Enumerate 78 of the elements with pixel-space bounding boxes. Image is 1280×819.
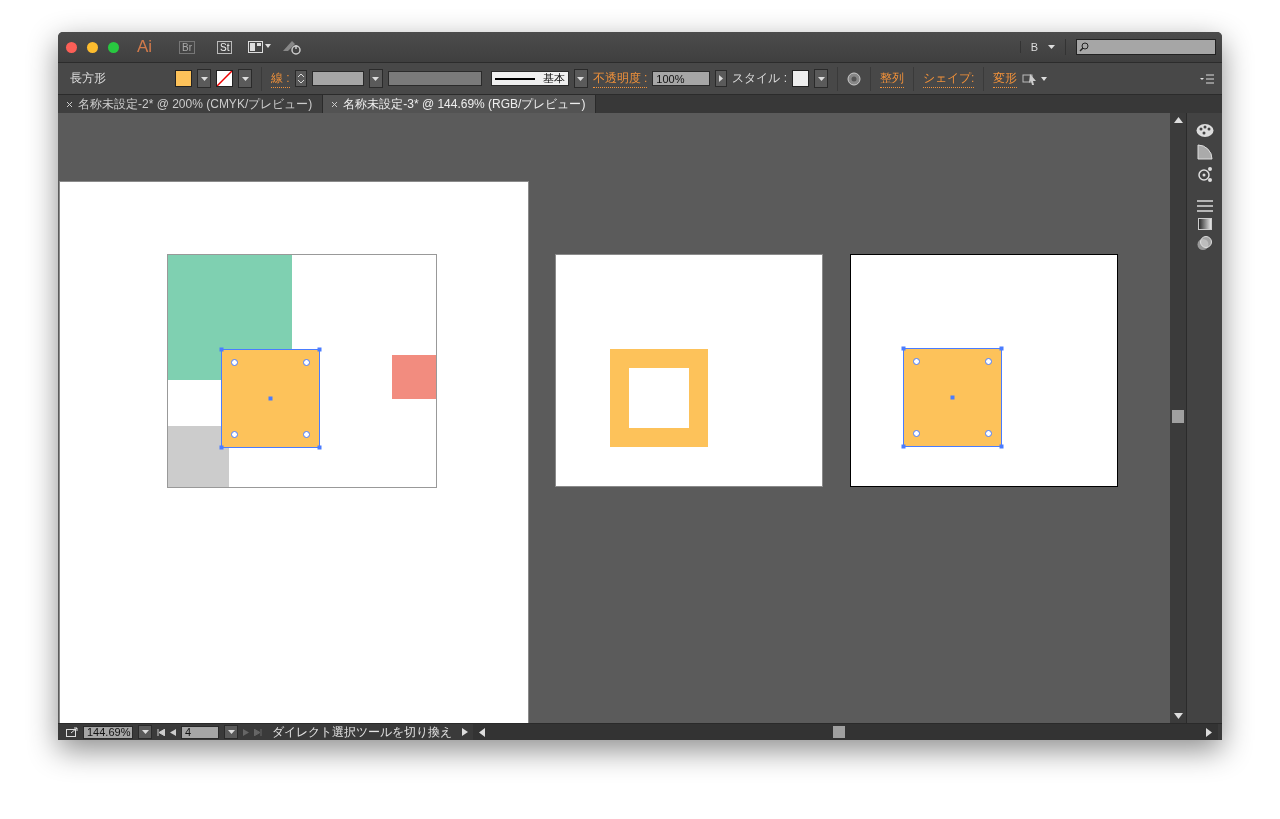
artboard-dropdown[interactable] <box>224 725 238 739</box>
style-swatch[interactable] <box>792 70 809 87</box>
horizontal-scrollbar[interactable] <box>473 724 1218 740</box>
artboard[interactable] <box>850 254 1118 487</box>
brush-dropdown[interactable] <box>573 69 588 88</box>
document-tab[interactable]: 名称未設定-3* @ 144.69% (RGB/プレビュー) <box>323 95 597 113</box>
tool-name: 長方形 <box>70 70 107 87</box>
fill-dropdown[interactable] <box>197 69 211 88</box>
selected-square[interactable] <box>219 347 322 450</box>
symbol-icon[interactable] <box>1196 166 1213 182</box>
recolor-icon[interactable] <box>847 71 861 86</box>
minimize-button[interactable] <box>87 41 98 53</box>
stroke-weight-dropdown[interactable] <box>368 69 383 88</box>
workspace-menu[interactable]: B <box>1019 41 1048 53</box>
scroll-left-icon[interactable] <box>479 727 485 737</box>
search-field[interactable] <box>1076 39 1216 55</box>
first-icon[interactable] <box>157 728 165 736</box>
document-tab[interactable]: 名称未設定-2* @ 200% (CMYK/プレビュー) <box>58 95 324 113</box>
close-button[interactable] <box>66 41 77 53</box>
brush-field[interactable]: 基本 <box>490 71 569 86</box>
stroke-link[interactable]: 線 : <box>271 69 290 88</box>
gradient-icon[interactable] <box>1197 218 1212 230</box>
scroll-thumb[interactable] <box>1172 410 1184 423</box>
previous-icon[interactable] <box>170 728 176 736</box>
stroke-swatch[interactable] <box>216 70 233 87</box>
rectangle <box>392 355 436 399</box>
stroke-weight-field[interactable] <box>311 71 364 86</box>
close-icon[interactable] <box>66 100 73 108</box>
last-icon <box>254 728 262 736</box>
stock-button[interactable]: St <box>217 40 233 54</box>
stroke-lines-icon[interactable] <box>1196 200 1213 212</box>
sync-icon[interactable] <box>282 39 303 55</box>
panel-menu-icon[interactable] <box>1200 73 1214 84</box>
transparency-icon[interactable] <box>1197 236 1212 251</box>
caret-icon <box>577 76 585 81</box>
app-logo: Ai <box>137 37 154 57</box>
search-icon <box>1079 42 1089 52</box>
gradient-quarter-icon[interactable] <box>1196 144 1213 160</box>
status-message: ダイレクト選択ツールを切り換え <box>271 723 453 740</box>
play-icon[interactable] <box>462 728 468 736</box>
scroll-thumb[interactable] <box>833 726 845 738</box>
stroke-dropdown[interactable] <box>238 69 252 88</box>
artboard-field[interactable]: 4 <box>181 725 219 739</box>
align-link[interactable]: 整列 <box>880 69 904 88</box>
style-label: スタイル : <box>732 70 787 87</box>
opacity-field[interactable]: 100% <box>652 71 711 86</box>
selected-square[interactable] <box>901 346 1004 449</box>
caret-icon <box>372 76 380 81</box>
close-icon[interactable] <box>331 100 339 108</box>
shape-link[interactable]: シェイプ: <box>923 69 975 88</box>
share-icon[interactable] <box>66 727 78 737</box>
caret-icon <box>1048 45 1055 49</box>
rectangle <box>168 426 229 487</box>
play-icon[interactable] <box>715 70 728 87</box>
zoom-dropdown[interactable] <box>138 725 152 739</box>
opacity-link[interactable]: 不透明度 : <box>592 69 648 88</box>
vertical-scrollbar[interactable] <box>1170 113 1186 723</box>
palette-icon[interactable] <box>1195 123 1214 138</box>
transform-link[interactable]: 変形 <box>993 69 1018 88</box>
isolate-icon[interactable] <box>1022 71 1049 86</box>
caret-icon <box>817 76 825 81</box>
scroll-right-icon[interactable] <box>1206 727 1212 737</box>
variable-width-field[interactable] <box>387 71 482 86</box>
layout-icon[interactable] <box>248 41 273 53</box>
bridge-button[interactable]: Br <box>179 40 195 54</box>
stepper-icon[interactable] <box>294 70 307 87</box>
zoom-button[interactable] <box>108 41 119 53</box>
caret-icon <box>227 730 235 734</box>
zoom-field[interactable]: 144.69% <box>83 725 133 739</box>
style-dropdown[interactable] <box>814 69 828 88</box>
scroll-up-icon[interactable] <box>1173 117 1183 123</box>
scroll-down-icon[interactable] <box>1173 713 1183 719</box>
fill-swatch[interactable] <box>175 70 192 87</box>
caret-icon <box>141 730 149 734</box>
stroke-line-icon <box>494 77 535 80</box>
next-icon <box>243 728 249 736</box>
caret-icon <box>200 76 208 81</box>
caret-icon <box>241 76 249 81</box>
